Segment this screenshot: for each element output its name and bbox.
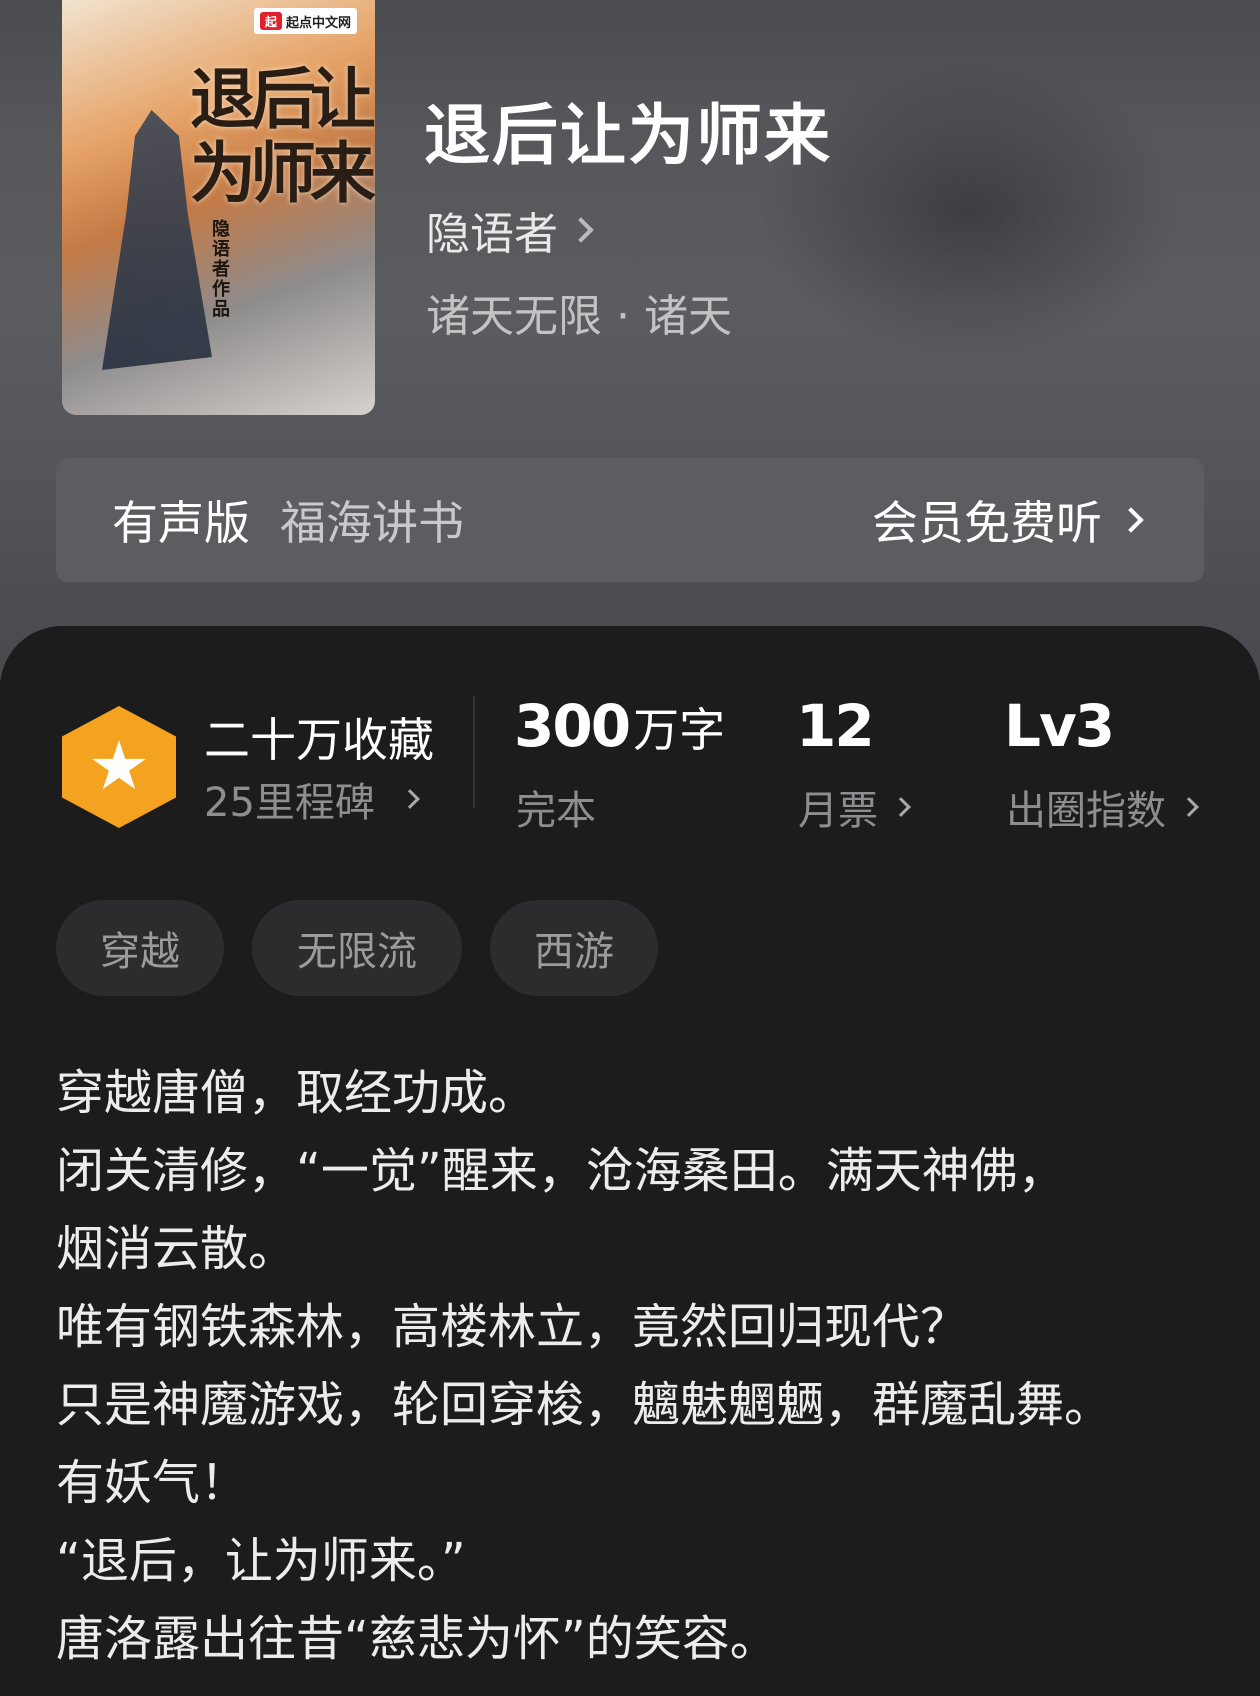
word-count-unit: 万字 (633, 703, 726, 757)
audio-label: 有声版 (112, 496, 250, 550)
book-genre: 诸天无限 · 诸天 (426, 291, 732, 342)
tag-label: 无限流 (297, 929, 417, 975)
completion-label: 完本 (516, 788, 596, 834)
synopsis-line: 有妖气！ (56, 1455, 249, 1511)
chevron-right-icon (1118, 507, 1144, 533)
member-free-listen-label: 会员免费听 (872, 496, 1102, 550)
word-count: 300 万字 (514, 692, 725, 760)
chevron-right-icon (400, 789, 420, 809)
synopsis-line: 烟消云散。 (56, 1221, 297, 1277)
monthly-votes: 12 (796, 692, 875, 760)
chevron-right-icon (1179, 797, 1199, 817)
chevron-right-icon (891, 797, 911, 817)
publisher-mark: 起 (259, 12, 282, 30)
milestone-label: 25里程碑 (204, 780, 375, 826)
tag-chip[interactable]: 无限流 (252, 900, 462, 996)
collection-title: 二十万收藏 (204, 713, 434, 767)
synopsis-line: 只是神魔游戏，轮回穿梭，魑魅魍魉，群魔乱舞。 (56, 1377, 1113, 1433)
tag-chip[interactable]: 穿越 (56, 900, 224, 996)
cover-title-art: 退后让为师来 (190, 60, 375, 212)
chevron-right-icon (568, 217, 594, 243)
synopsis-line: “退后，让为师来。” (56, 1533, 466, 1589)
synopsis-line: 穿越唐僧，取经功成。 (56, 1065, 537, 1121)
star-icon (92, 740, 146, 790)
audio-edition-bar[interactable]: 有声版 福海讲书 会员免费听 (56, 458, 1204, 582)
monthly-votes-number: 12 (796, 692, 875, 760)
book-synopsis: 穿越唐僧，取经功成。 闭关清修，“一觉”醒来，沧海桑田。满天神佛， 烟消云散。 … (56, 1054, 1216, 1678)
tag-chip[interactable]: 西游 (490, 900, 658, 996)
completion-status: 完本 (516, 778, 596, 836)
publisher-logo: 起 起点中文网 (253, 8, 357, 34)
popularity-index-label: 出圈指数 (1006, 788, 1166, 834)
cover-author-credit: 隐语者作品 (212, 219, 230, 320)
popularity-level-value: Lv3 (1004, 692, 1115, 760)
book-cover[interactable]: 起 起点中文网 退后让为师来 隐语者作品 (62, 0, 375, 415)
popularity-level: Lv3 (1004, 692, 1115, 760)
synopsis-line: 闭关清修，“一觉”醒来，沧海桑田。满天神佛， (56, 1143, 1066, 1199)
audio-narrator: 福海讲书 (280, 496, 464, 550)
synopsis-line: 唐洛露出往昔“慈悲为怀”的笑容。 (56, 1611, 778, 1667)
member-free-listen-button[interactable]: 会员免费听 (872, 487, 1144, 553)
author-name: 隐语者 (426, 209, 558, 260)
publisher-name: 起点中文网 (285, 15, 351, 31)
author-link[interactable]: 隐语者 (426, 198, 594, 262)
monthly-votes-label: 月票 (798, 788, 878, 834)
word-count-number: 300 (514, 692, 631, 760)
tag-label: 穿越 (100, 929, 180, 975)
stats-divider (473, 696, 475, 808)
popularity-index-link[interactable]: 出圈指数 (1006, 778, 1199, 836)
book-title: 退后让为师来 (424, 96, 832, 174)
synopsis-line: 唯有钢铁森林，高楼林立，竟然回归现代？ (56, 1299, 969, 1355)
monthly-votes-link[interactable]: 月票 (798, 778, 911, 836)
milestone-link[interactable]: 25里程碑 (204, 770, 420, 828)
tag-label: 西游 (534, 929, 614, 975)
